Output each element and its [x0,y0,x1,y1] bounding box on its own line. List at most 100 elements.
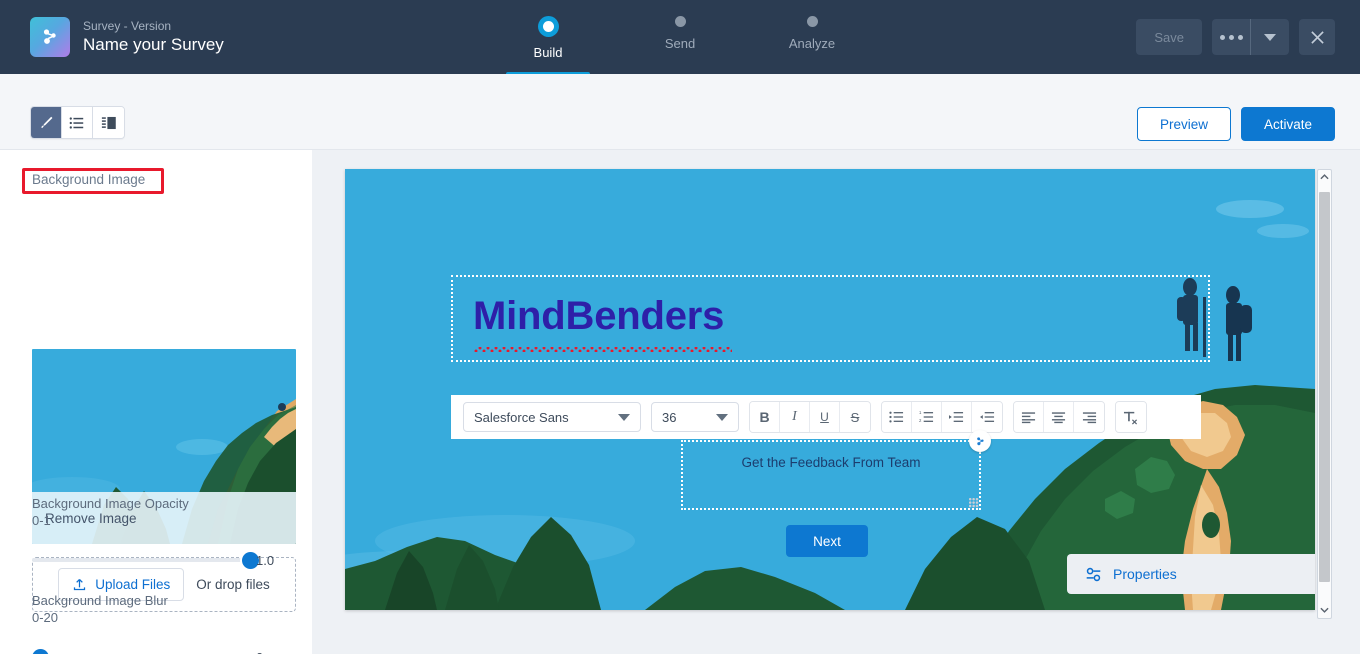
preview-button[interactable]: Preview [1136,107,1231,141]
canvas-area: MindBenders Salesforce Sans 36 B I U S 1… [312,150,1360,654]
bold-button[interactable]: B [750,402,780,432]
font-size-value: 36 [662,409,677,425]
underline-button[interactable]: U [810,402,840,432]
upload-icon [74,579,86,591]
step-label-build: Build [533,45,563,60]
font-family-value: Salesforce Sans [474,409,569,425]
survey-canvas[interactable]: MindBenders Salesforce Sans 36 B I U S 1… [345,169,1315,610]
align-right-button[interactable] [1074,402,1104,432]
canvas-scrollbar-thumb[interactable] [1319,192,1330,582]
strikethrough-icon: S [850,409,860,425]
top-actions: Save [1136,19,1335,55]
layout-columns-icon [101,116,116,129]
align-left-button[interactable] [1014,402,1044,432]
chevron-down-icon [1320,607,1329,613]
step-send[interactable]: Send [643,0,717,51]
save-button[interactable]: Save [1136,19,1202,55]
question-text[interactable]: Get the Feedback From Team [682,455,980,470]
resize-handle[interactable] [969,498,979,508]
wizard-steps: Build Send Analyze [506,0,849,76]
blur-slider-block: Background Image Blur 0-20 0 [32,592,296,654]
step-analyze[interactable]: Analyze [775,0,849,51]
view-mode-group [30,106,125,139]
step-dot-send [674,16,686,27]
close-icon [1310,30,1324,44]
chevron-down-icon [1264,33,1276,41]
remove-format-button[interactable] [1116,402,1146,432]
indent-icon [949,412,964,422]
indent-button[interactable] [942,402,972,432]
outdent-button[interactable] [972,402,1002,432]
sliders-icon [1086,567,1101,581]
question-type-badge[interactable] [969,430,991,452]
align-center-button[interactable] [1044,402,1074,432]
rich-text-toolbar: Salesforce Sans 36 B I U S 12 [451,395,1201,439]
numbered-list-button[interactable]: 12 [912,402,942,432]
brush-icon [40,116,52,129]
opacity-slider-block: Background Image Opacity 0-1 1.0 [32,495,296,571]
scroll-down-button[interactable] [1318,607,1331,614]
more-actions-button[interactable] [1212,19,1250,55]
drop-files-text: Or drop files [196,577,270,592]
font-family-select[interactable]: Salesforce Sans [463,402,641,432]
align-group [1013,401,1105,433]
spellcheck-underline [474,347,732,352]
scroll-up-button[interactable] [1318,173,1331,180]
font-size-select[interactable]: 36 [651,402,739,432]
bulleted-list-button[interactable] [882,402,912,432]
activate-button[interactable]: Activate [1240,107,1335,141]
text-style-group: B I U S [749,401,871,433]
page-title: Name your Survey [83,34,224,54]
more-actions-group [1212,19,1289,55]
align-right-icon [1082,411,1096,423]
top-bar: Survey - Version Name your Survey Build … [0,0,1360,76]
blur-slider-range: 0-20 [32,610,59,625]
chevron-up-icon [1320,174,1329,180]
title-text-block[interactable]: MindBenders [451,275,1210,362]
ellipsis-icon [1219,34,1243,40]
strikethrough-button[interactable]: S [840,402,870,432]
remove-format-icon [1123,411,1138,424]
step-label-send: Send [664,36,696,51]
blur-slider-value: 0 [256,650,296,654]
survey-node-icon [30,17,70,57]
align-center-icon [1051,411,1066,423]
more-actions-dropdown-button[interactable] [1251,19,1289,55]
svg-text:2: 2 [919,418,922,423]
italic-icon: I [792,409,797,424]
blur-slider-title: Background Image Blur [32,593,168,608]
list-view-button[interactable] [62,107,93,138]
italic-button[interactable]: I [780,402,810,432]
next-button[interactable]: Next [786,525,868,557]
panel-section-label: Background Image [32,172,146,187]
outdent-icon [979,412,994,422]
align-left-icon [1021,411,1036,423]
blur-slider-knob[interactable] [32,648,49,654]
upload-files-label: Upload Files [95,577,171,592]
numbered-list-icon: 12 [919,410,934,423]
step-label-analyze: Analyze [788,36,836,51]
remove-format-group [1115,401,1147,433]
brand: Survey - Version Name your Survey [0,17,224,57]
bold-icon: B [759,409,770,425]
properties-label: Properties [1113,566,1177,582]
opacity-slider-range: 0-1 [32,513,51,528]
properties-bar[interactable]: Properties [1067,554,1315,594]
survey-node-icon [976,436,984,445]
design-view-button[interactable] [31,107,62,138]
layout-view-button[interactable] [93,107,124,138]
step-build[interactable]: Build [506,0,590,76]
question-block[interactable]: Get the Feedback From Team [681,430,991,510]
bullet-list-icon [889,411,904,423]
canvas-scrollbar[interactable] [1317,169,1332,619]
opacity-slider-value: 1.0 [256,552,275,568]
opacity-slider-track[interactable] [32,558,250,562]
chevron-down-icon [716,413,728,421]
list-icon [69,116,84,129]
step-dot-build [542,21,554,32]
opacity-slider-title: Background Image Opacity [32,496,189,511]
underline-icon: U [820,410,829,424]
close-button[interactable] [1299,19,1335,55]
survey-title-text[interactable]: MindBenders [473,294,724,339]
sub-toolbar-actions: Preview Activate [1136,107,1335,141]
